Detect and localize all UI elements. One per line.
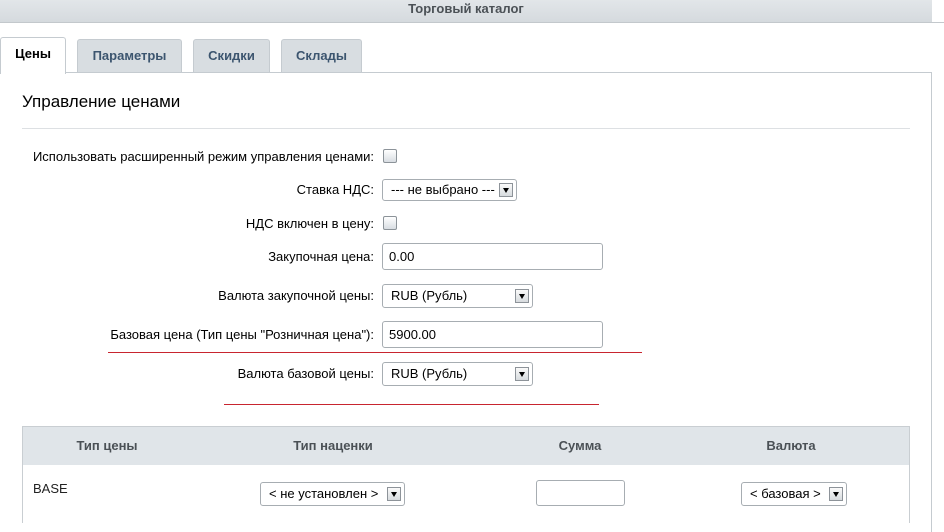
col-markup-type: Тип наценки xyxy=(293,438,373,453)
purchase-price-label: Закупочная цена: xyxy=(268,249,374,264)
markup-type-select[interactable]: < не установлен > xyxy=(260,482,405,506)
extended-mode-checkbox[interactable] xyxy=(383,149,397,163)
base-currency-label: Валюта базовой цены: xyxy=(237,366,374,381)
chevron-down-icon[interactable] xyxy=(829,487,843,501)
markup-type-value: < не установлен > xyxy=(269,486,379,501)
row-currency-select[interactable]: < базовая > xyxy=(741,482,847,506)
chevron-down-icon[interactable] xyxy=(499,183,513,197)
table-row: BASE < не установлен > < базовая > xyxy=(22,465,910,523)
base-currency-select[interactable]: RUB (Рубль) xyxy=(382,362,533,386)
purchase-currency-select[interactable]: RUB (Рубль) xyxy=(382,284,533,308)
chevron-down-icon[interactable] xyxy=(515,289,529,303)
tab-warehouses[interactable]: Склады xyxy=(281,39,362,73)
vat-rate-label: Ставка НДС: xyxy=(296,182,374,197)
row-price-type: BASE xyxy=(33,481,68,496)
col-price-type: Тип цены xyxy=(76,438,138,453)
vat-included-label: НДС включен в цену: xyxy=(245,216,374,231)
vat-rate-value: --- не выбрано --- xyxy=(391,182,495,197)
tab-discounts[interactable]: Скидки xyxy=(193,39,270,73)
tab-prices[interactable]: Цены xyxy=(0,37,66,74)
chevron-down-icon[interactable] xyxy=(387,487,401,501)
extended-mode-label: Использовать расширенный режим управлени… xyxy=(32,149,374,164)
price-table-header: Тип цены Тип наценки Сумма Валюта xyxy=(22,426,910,466)
col-currency: Валюта xyxy=(766,438,816,453)
base-price-underline xyxy=(108,352,642,353)
base-currency-value: RUB (Рубль) xyxy=(391,366,468,381)
amount-input[interactable] xyxy=(536,480,625,506)
header-edge xyxy=(932,0,944,22)
chevron-down-icon[interactable] xyxy=(515,367,529,381)
window-header: Торговый каталог xyxy=(0,0,944,23)
row-currency-value: < базовая > xyxy=(750,486,821,501)
vat-rate-select[interactable]: --- не выбрано --- xyxy=(382,179,517,201)
purchase-price-input[interactable]: 0.00 xyxy=(382,243,603,270)
vat-included-checkbox[interactable] xyxy=(383,216,397,230)
tab-parameters[interactable]: Параметры xyxy=(77,39,182,73)
section-divider xyxy=(22,128,910,129)
base-currency-underline xyxy=(224,404,599,405)
col-amount: Сумма xyxy=(558,438,602,453)
base-price-label: Базовая цена (Тип цены "Розничная цена")… xyxy=(110,327,374,342)
window-title: Торговый каталог xyxy=(408,1,524,16)
tab-bar: Цены Параметры Скидки Склады xyxy=(0,23,944,74)
section-title: Управление ценами xyxy=(22,92,181,111)
purchase-currency-value: RUB (Рубль) xyxy=(391,288,468,303)
base-price-input[interactable]: 5900.00 xyxy=(382,321,603,348)
purchase-currency-label: Валюта закупочной цены: xyxy=(218,288,374,303)
